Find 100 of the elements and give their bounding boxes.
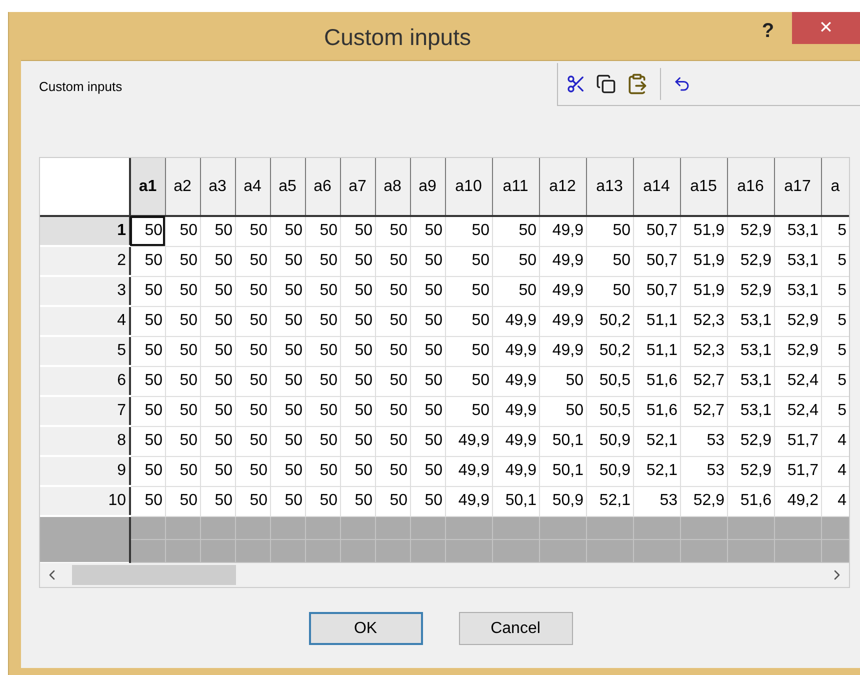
table-cell[interactable]: 50 bbox=[375, 486, 410, 516]
table-cell[interactable]: 50 bbox=[130, 426, 165, 456]
row-header[interactable]: 2 bbox=[40, 246, 130, 276]
table-cell[interactable]: 50 bbox=[200, 276, 235, 306]
column-header[interactable]: a3 bbox=[200, 158, 235, 216]
table-cell[interactable]: 52,7 bbox=[680, 396, 727, 426]
column-header[interactable]: a13 bbox=[586, 158, 633, 216]
table-cell[interactable]: 50 bbox=[340, 366, 375, 396]
table-cell[interactable]: 50,1 bbox=[539, 426, 586, 456]
table-cell[interactable]: 50 bbox=[410, 366, 445, 396]
table-cell[interactable]: 50 bbox=[130, 216, 165, 246]
table-cell[interactable]: 50 bbox=[492, 276, 539, 306]
table-cell[interactable]: 50 bbox=[375, 246, 410, 276]
column-header[interactable]: a9 bbox=[410, 158, 445, 216]
table-cell[interactable]: 50 bbox=[410, 276, 445, 306]
table-cell[interactable]: 50,2 bbox=[586, 336, 633, 366]
table-cell[interactable]: 50 bbox=[165, 216, 200, 246]
table-cell[interactable]: 50,9 bbox=[539, 486, 586, 516]
table-cell[interactable]: 50 bbox=[200, 486, 235, 516]
table-cell[interactable]: 53 bbox=[680, 426, 727, 456]
table-cell[interactable]: 50 bbox=[492, 246, 539, 276]
table-cell[interactable]: 50 bbox=[200, 246, 235, 276]
column-header[interactable]: a7 bbox=[340, 158, 375, 216]
table-cell[interactable]: 50 bbox=[340, 216, 375, 246]
column-header[interactable]: a14 bbox=[633, 158, 680, 216]
table-cell[interactable]: 50 bbox=[235, 336, 270, 366]
table-cell[interactable]: 53 bbox=[680, 456, 727, 486]
table-cell[interactable]: 50 bbox=[165, 426, 200, 456]
table-cell[interactable]: 50 bbox=[410, 486, 445, 516]
table-cell[interactable]: 49,9 bbox=[492, 306, 539, 336]
table-cell[interactable]: 51,7 bbox=[774, 456, 821, 486]
row-header[interactable]: 10 bbox=[40, 486, 130, 516]
table-cell[interactable]: 51,6 bbox=[727, 486, 774, 516]
row-header[interactable]: 6 bbox=[40, 366, 130, 396]
table-cell[interactable]: 50 bbox=[305, 456, 340, 486]
table-cell[interactable]: 50 bbox=[235, 426, 270, 456]
row-header[interactable]: 1 bbox=[40, 216, 130, 246]
column-header[interactable]: a15 bbox=[680, 158, 727, 216]
table-cell[interactable]: 50 bbox=[235, 276, 270, 306]
table-cell[interactable]: 50 bbox=[340, 456, 375, 486]
table-cell[interactable]: 50 bbox=[375, 336, 410, 366]
table-cell[interactable]: 50,9 bbox=[586, 456, 633, 486]
table-cell[interactable]: 50 bbox=[445, 306, 492, 336]
table-cell[interactable]: 50 bbox=[130, 396, 165, 426]
help-button[interactable]: ? bbox=[754, 16, 782, 46]
close-button[interactable]: ✕ bbox=[792, 12, 860, 44]
table-cell[interactable]: 51,7 bbox=[774, 426, 821, 456]
table-cell[interactable]: 50 bbox=[130, 246, 165, 276]
table-cell[interactable]: 53,1 bbox=[774, 216, 821, 246]
scrollbar-thumb[interactable] bbox=[72, 564, 236, 584]
table-cell[interactable]: 50 bbox=[270, 246, 305, 276]
table-cell[interactable]: 50 bbox=[340, 306, 375, 336]
table-cell[interactable]: 50 bbox=[130, 366, 165, 396]
row-header[interactable]: 9 bbox=[40, 456, 130, 486]
table-cell[interactable]: 50 bbox=[445, 216, 492, 246]
table-cell[interactable]: 50 bbox=[270, 216, 305, 246]
table-cell[interactable]: 52,1 bbox=[633, 426, 680, 456]
table-cell[interactable]: 50 bbox=[586, 276, 633, 306]
table-cell[interactable]: 50 bbox=[445, 276, 492, 306]
table-cell[interactable]: 49,9 bbox=[539, 306, 586, 336]
table-cell[interactable]: 52,3 bbox=[680, 306, 727, 336]
table-cell[interactable]: 50 bbox=[586, 216, 633, 246]
row-header[interactable]: 3 bbox=[40, 276, 130, 306]
row-header[interactable]: 7 bbox=[40, 396, 130, 426]
table-cell[interactable]: 50 bbox=[235, 216, 270, 246]
cancel-button[interactable]: Cancel bbox=[458, 612, 572, 646]
column-header[interactable]: a bbox=[821, 158, 849, 216]
table-cell[interactable]: 50 bbox=[375, 276, 410, 306]
table-cell[interactable]: 50 bbox=[270, 396, 305, 426]
column-header[interactable]: a2 bbox=[165, 158, 200, 216]
table-cell[interactable]: 49,9 bbox=[492, 396, 539, 426]
table-cell[interactable]: 50 bbox=[270, 306, 305, 336]
table-cell[interactable]: 53 bbox=[633, 486, 680, 516]
table-cell[interactable]: 50 bbox=[165, 336, 200, 366]
table-cell[interactable]: 49,2 bbox=[774, 486, 821, 516]
table-cell[interactable]: 52,9 bbox=[774, 306, 821, 336]
table-cell[interactable]: 50 bbox=[305, 216, 340, 246]
table-cell[interactable]: 49,9 bbox=[445, 456, 492, 486]
table-cell[interactable]: 50 bbox=[305, 396, 340, 426]
table-cell[interactable]: 50,7 bbox=[633, 276, 680, 306]
table-cell[interactable]: 51,9 bbox=[680, 216, 727, 246]
table-cell[interactable]: 50,2 bbox=[586, 306, 633, 336]
copy-button[interactable] bbox=[594, 72, 618, 96]
table-cell[interactable]: 50,1 bbox=[539, 456, 586, 486]
table-cell[interactable]: 50 bbox=[375, 396, 410, 426]
table-cell[interactable]: 51,1 bbox=[633, 306, 680, 336]
table-cell[interactable]: 50 bbox=[235, 456, 270, 486]
table-cell[interactable]: 50 bbox=[165, 396, 200, 426]
table-cell[interactable]: 50 bbox=[410, 396, 445, 426]
table-cell[interactable]: 51,6 bbox=[633, 366, 680, 396]
table-cell[interactable]: 50 bbox=[200, 396, 235, 426]
table-cell[interactable]: 49,9 bbox=[539, 246, 586, 276]
table-cell[interactable]: 50 bbox=[340, 396, 375, 426]
table-cell[interactable]: 50 bbox=[305, 486, 340, 516]
table-cell[interactable]: 50 bbox=[539, 396, 586, 426]
table-cell[interactable]: 52,9 bbox=[727, 276, 774, 306]
table-cell[interactable]: 53,1 bbox=[727, 366, 774, 396]
column-header[interactable]: a17 bbox=[774, 158, 821, 216]
table-cell[interactable]: 51,9 bbox=[680, 246, 727, 276]
table-cell[interactable]: 51,1 bbox=[633, 336, 680, 366]
